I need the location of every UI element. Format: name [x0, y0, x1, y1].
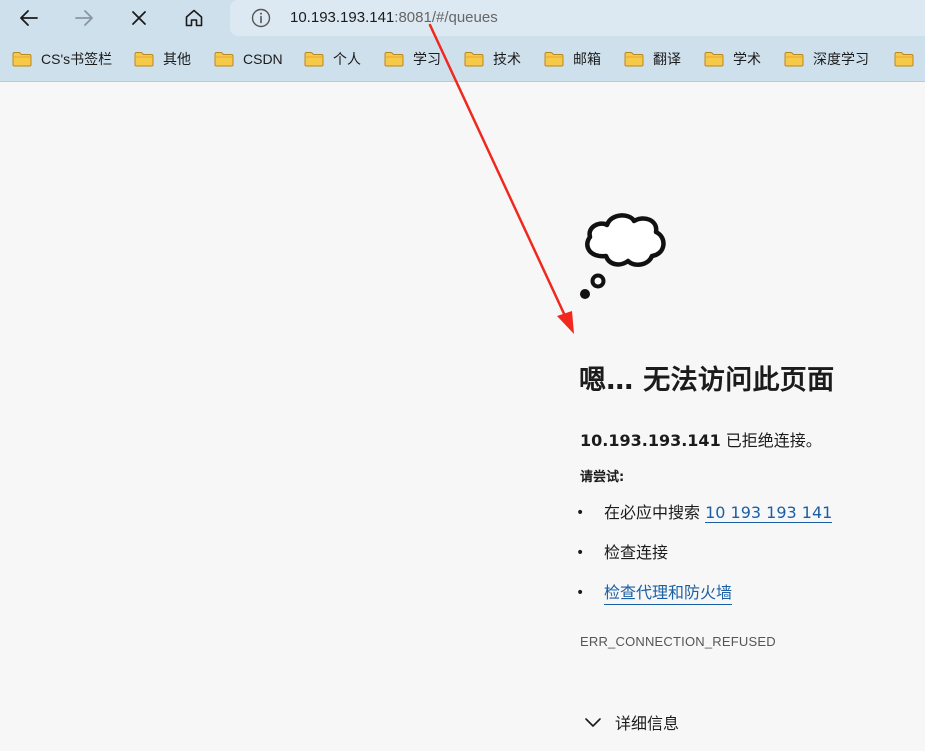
check-connection-text: 检查连接: [604, 543, 669, 562]
arrow-right-icon: [75, 10, 93, 26]
bookmark-label: 深度学习: [813, 51, 869, 67]
info-icon[interactable]: [250, 7, 272, 29]
arrow-left-icon: [20, 10, 38, 26]
folder-icon: [12, 52, 32, 67]
bullet: •: [576, 545, 585, 561]
list-item: • 检查连接: [576, 542, 832, 582]
back-button[interactable]: [12, 2, 46, 34]
bookmark-label: 其他: [163, 51, 191, 67]
folder-icon: [384, 52, 404, 67]
details-label: 详细信息: [615, 714, 680, 733]
error-description: 10.193.193.141 已拒绝连接。: [580, 427, 822, 451]
folder-icon: [784, 52, 804, 67]
bookmark-label: CS's书签栏: [41, 51, 113, 67]
refused-host: 10.193.193.141: [580, 431, 721, 450]
refused-message: 已拒绝连接。: [720, 431, 822, 450]
search-prefix: 在必应中搜索: [604, 503, 706, 522]
bookmark-item[interactable]: 邮箱: [544, 49, 601, 69]
bullet: •: [576, 505, 585, 521]
folder-icon: [134, 52, 154, 67]
bookmark-item[interactable]: 技术: [464, 49, 521, 69]
url-host: 10.193.193.141: [290, 9, 395, 26]
folder-icon: [464, 52, 484, 67]
page-title: 嗯… 无法访问此页面: [579, 365, 835, 396]
try-label: 请尝试:: [580, 470, 625, 485]
list-item: • 在必应中搜索 10 193 193 141: [576, 502, 833, 542]
bookmark-item[interactable]: 其他: [134, 49, 191, 69]
folder-icon: [894, 52, 914, 67]
folder-icon: [304, 52, 324, 67]
forward-button[interactable]: [67, 2, 101, 34]
close-icon: [132, 11, 146, 25]
folder-icon: [214, 52, 234, 67]
stop-button[interactable]: [122, 2, 156, 34]
suggestion-list: • 在必应中搜索 10 193 193 141 • 检查连接 • 检查代理和防火…: [576, 502, 833, 622]
address-bar[interactable]: 10.193.193.141:8081/#/queues: [230, 0, 925, 36]
bookmark-label: 技术: [493, 51, 521, 67]
folder-icon: [544, 52, 564, 67]
bookmark-label: 邮箱: [573, 51, 601, 67]
chevron-down-icon: [585, 718, 601, 727]
bookmark-label: 学习: [413, 51, 441, 67]
bookmark-item[interactable]: 学术: [704, 49, 761, 69]
bullet: •: [576, 585, 585, 601]
folder-icon: [624, 52, 644, 67]
bookmark-item[interactable]: CSDN: [214, 49, 283, 69]
home-icon: [185, 9, 203, 27]
check-proxy-link[interactable]: 检查代理和防火墙: [604, 582, 733, 605]
bookmark-item[interactable]: 翻译: [624, 49, 681, 69]
folder-icon: [704, 52, 724, 67]
bookmark-label: 学术: [733, 51, 761, 67]
bookmark-item[interactable]: 学习: [384, 49, 441, 69]
search-suggestion: 在必应中搜索 10 193 193 141: [604, 502, 833, 524]
list-item: • 检查代理和防火墙: [576, 582, 832, 622]
bookmark-label: 翻译: [653, 51, 681, 67]
error-code: ERR_CONNECTION_REFUSED: [580, 634, 776, 649]
bookmarks-bar: CS's书签栏 其他 CSDN 个人 学习 技术 邮箱 翻译 学术 深度学习: [0, 36, 925, 82]
bookmark-label: CSDN: [243, 51, 283, 67]
bing-search-link[interactable]: 10 193 193 141: [705, 503, 833, 523]
details-toggle[interactable]: 详细信息: [583, 710, 679, 734]
bookmark-item[interactable]: [894, 49, 923, 69]
home-button[interactable]: [177, 2, 211, 34]
url-path: :8081/#/queues: [394, 9, 498, 26]
bookmark-label: 个人: [333, 51, 361, 67]
bookmark-item[interactable]: 个人: [304, 49, 361, 69]
bookmark-item[interactable]: CS's书签栏: [12, 49, 112, 69]
browser-toolbar: 10.193.193.141:8081/#/queues: [0, 0, 925, 36]
bookmark-item[interactable]: 深度学习: [784, 49, 869, 69]
error-page: 嗯… 无法访问此页面 10.193.193.141 已拒绝连接。 请尝试: • …: [0, 82, 925, 751]
url-text[interactable]: 10.193.193.141:8081/#/queues: [290, 8, 498, 28]
thought-cloud-icon: [580, 213, 666, 299]
